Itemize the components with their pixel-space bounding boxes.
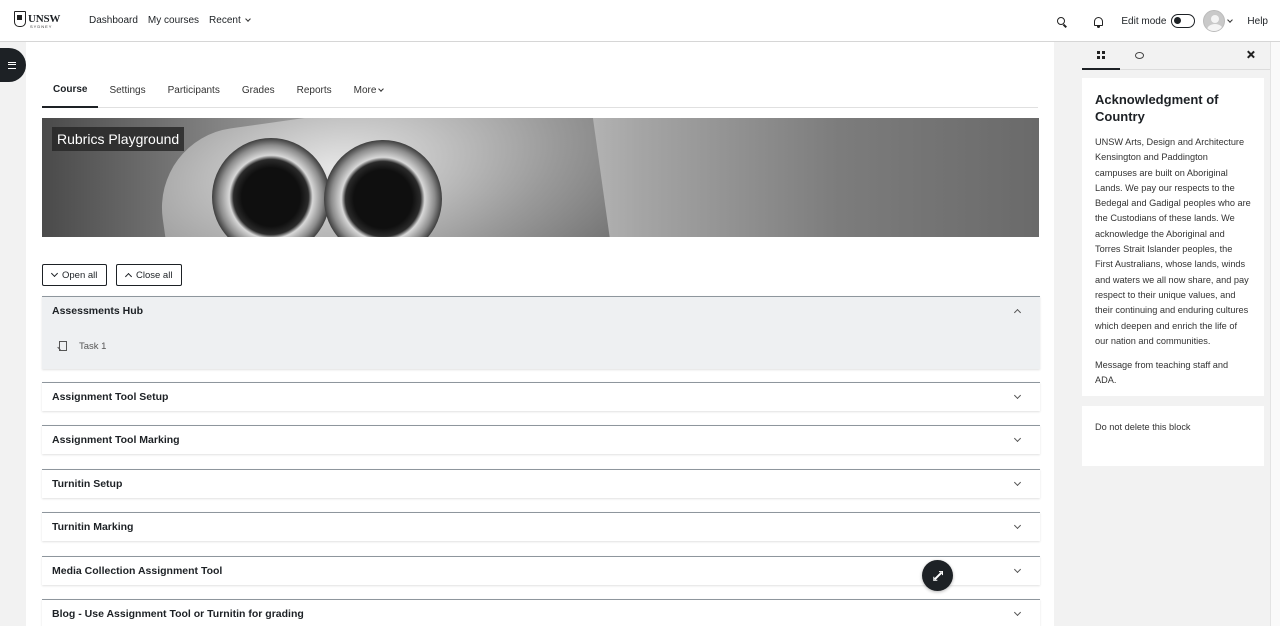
chevron-down-icon[interactable]	[1013, 478, 1022, 486]
section-assignment-tool-marking: Assignment Tool Marking	[42, 425, 1040, 454]
tab-more[interactable]: More	[343, 72, 395, 108]
user-menu[interactable]	[1203, 10, 1234, 32]
chevron-up-icon	[124, 272, 133, 281]
section-media-collection: Media Collection Assignment Tool	[42, 556, 1040, 585]
nav-dashboard[interactable]: Dashboard	[89, 15, 138, 26]
section-assignment-tool-setup: Assignment Tool Setup	[42, 382, 1040, 411]
unsw-logo[interactable]: UNSW SYDNEY	[14, 11, 60, 29]
search-button[interactable]	[1051, 11, 1071, 31]
unsw-crest-icon	[14, 11, 26, 27]
section-header[interactable]: Assignment Tool Marking	[42, 426, 1040, 453]
help-link[interactable]: Help	[1247, 16, 1268, 27]
chevron-down-icon[interactable]	[1013, 608, 1022, 616]
course-title: Rubrics Playground	[52, 127, 185, 151]
block-drawer: Acknowledgment of Country UNSW Arts, Des…	[1082, 42, 1270, 626]
nav-my-courses[interactable]: My courses	[148, 15, 199, 26]
block-text: Message from teaching staff and ADA.	[1095, 360, 1229, 386]
chevron-down-icon[interactable]	[1013, 434, 1022, 442]
course-tabs: Course Settings Participants Grades Repo…	[42, 72, 1038, 108]
section-header[interactable]: Turnitin Setup	[42, 470, 1040, 497]
section-blog: Blog - Use Assignment Tool or Turnitin f…	[42, 599, 1040, 626]
search-icon	[1057, 17, 1066, 25]
page-scrollbar[interactable]	[1270, 42, 1280, 626]
fullscreen-toggle-button[interactable]	[922, 560, 953, 591]
chevron-down-icon	[244, 16, 251, 22]
chevron-down-icon[interactable]	[1013, 391, 1022, 399]
avatar	[1203, 10, 1226, 32]
section-header[interactable]: Media Collection Assignment Tool	[42, 557, 1040, 584]
notifications-button[interactable]	[1088, 11, 1108, 31]
section-header[interactable]: Assignment Tool Setup	[42, 383, 1040, 410]
chevron-down-icon	[378, 85, 385, 92]
tab-participants[interactable]: Participants	[157, 72, 231, 108]
course-banner: Rubrics Playground	[42, 118, 1039, 237]
section-turnitin-setup: Turnitin Setup	[42, 469, 1040, 498]
section-turnitin-marking: Turnitin Marking	[42, 512, 1040, 541]
drawer-tabs	[1082, 42, 1270, 70]
close-icon[interactable]	[1246, 50, 1256, 60]
tab-course[interactable]: Course	[42, 72, 99, 108]
close-all-button[interactable]: Close all	[116, 264, 183, 286]
chevron-down-icon[interactable]	[1013, 521, 1022, 529]
primary-nav: Dashboard My courses Recent	[89, 15, 251, 26]
expand-icon	[933, 571, 942, 580]
block-title: Acknowledgment of Country	[1095, 92, 1219, 124]
section-header[interactable]: Assessments Hub	[42, 297, 1040, 324]
activity-task-1[interactable]: Task 1	[42, 324, 1040, 362]
section-header[interactable]: Blog - Use Assignment Tool or Turnitin f…	[42, 600, 1040, 626]
list-icon	[8, 61, 16, 69]
tab-messages[interactable]	[1120, 42, 1158, 70]
assignment-icon	[59, 341, 67, 351]
acknowledgment-block: Acknowledgment of Country UNSW Arts, Des…	[1082, 78, 1264, 396]
tab-settings[interactable]: Settings	[98, 72, 156, 108]
top-navbar: UNSW SYDNEY Dashboard My courses Recent …	[0, 0, 1280, 42]
chevron-down-icon	[1227, 16, 1234, 23]
chat-icon	[1134, 52, 1144, 59]
open-all-button[interactable]: Open all	[42, 264, 108, 286]
section-header[interactable]: Turnitin Marking	[42, 513, 1040, 540]
bell-icon	[1093, 16, 1103, 28]
grid-icon	[1097, 50, 1105, 59]
navbar-actions: Edit mode Help	[1051, 0, 1280, 42]
section-assessments-hub: Assessments Hub Task 1	[42, 296, 1040, 369]
tab-blocks[interactable]	[1082, 42, 1120, 70]
edit-mode-toggle[interactable]	[1171, 14, 1196, 28]
notice-block: Do not delete this block	[1082, 406, 1264, 466]
edit-mode-label: Edit mode	[1121, 15, 1167, 27]
block-text: UNSW Arts, Design and Architecture Kensi…	[1095, 137, 1251, 346]
nav-recent[interactable]: Recent	[209, 15, 251, 26]
course-page: Course Settings Participants Grades Repo…	[26, 42, 1054, 626]
course-index-toggle-button[interactable]	[0, 48, 26, 82]
tab-reports[interactable]: Reports	[286, 72, 343, 108]
chevron-down-icon	[50, 269, 59, 278]
tab-grades[interactable]: Grades	[231, 72, 286, 108]
chevron-down-icon[interactable]	[1013, 565, 1022, 573]
chevron-up-icon[interactable]	[1013, 308, 1022, 316]
